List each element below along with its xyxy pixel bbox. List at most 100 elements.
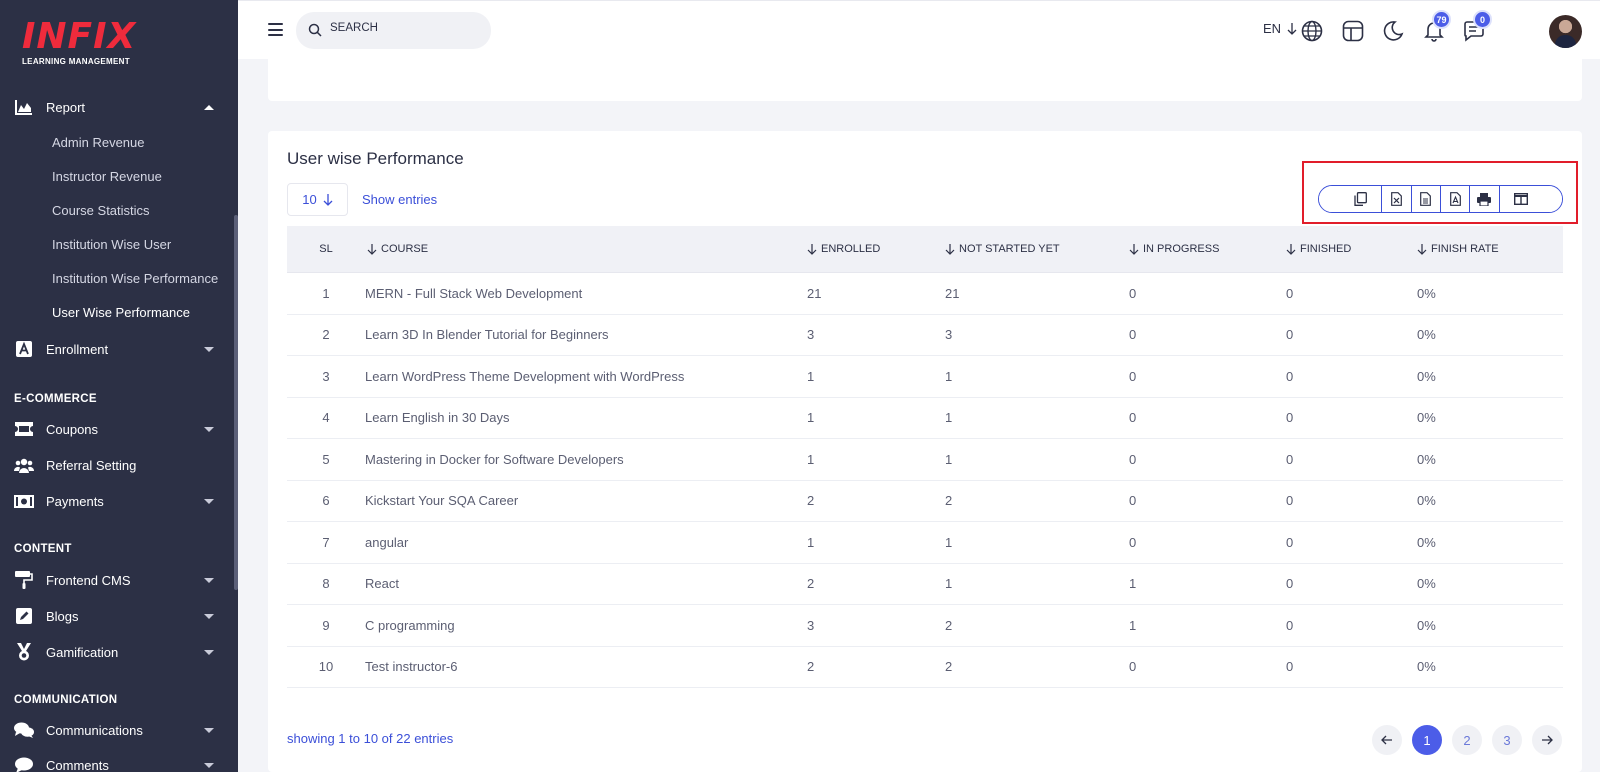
arrow-left-icon [1381,735,1392,745]
language-selector[interactable]: EN [1263,21,1297,36]
columns-button[interactable] [1499,186,1562,212]
cell-finish-rate: 0% [1417,576,1436,592]
sidebar-scrollbar[interactable] [234,215,238,590]
cell-enrolled: 2 [807,493,815,509]
column-header-sl[interactable]: SL [287,243,365,255]
caret-down-icon [204,613,214,619]
sidebar-subitem-instructor-revenue[interactable]: Instructor Revenue [52,169,162,184]
avatar[interactable] [1549,15,1582,48]
cell-finish-rate: 0% [1417,659,1436,675]
sidebar-item-enrollment[interactable]: Enrollment [0,332,234,366]
page-length-select[interactable]: 10 [287,183,348,216]
column-header-finish-rate[interactable]: FINISH RATE [1417,243,1563,255]
pagination-page-2[interactable]: 2 [1452,725,1482,755]
layout-icon[interactable] [1341,19,1365,43]
sidebar-subitem-admin-revenue[interactable]: Admin Revenue [52,135,145,150]
column-header-not-started[interactable]: NOT STARTED YET [945,243,1129,255]
table-row: 8 React 2 1 1 0 0% [287,564,1563,605]
excel-button[interactable] [1382,186,1412,212]
print-button[interactable] [1470,186,1500,212]
caret-down-icon [204,577,214,583]
cell-finish-rate: 0% [1417,327,1436,343]
sidebar-item-label: Frontend CMS [46,572,131,588]
column-header-label: IN PROGRESS [1143,243,1220,255]
pdf-button[interactable] [1440,186,1471,212]
search-input[interactable] [330,22,480,34]
logo[interactable]: INFIX LEARNING MANAGEMENT [22,18,136,67]
sidebar-subitem-institution-wise-performance[interactable]: Institution Wise Performance [52,271,218,286]
globe-icon[interactable] [1300,19,1324,43]
table-row: 4 Learn English in 30 Days 1 1 0 0 0% [287,398,1563,439]
cell-course: React [365,576,399,592]
arrow-down-icon [323,193,333,206]
sidebar-item-label: Referral Setting [46,457,137,473]
pagination-page-3[interactable]: 3 [1492,725,1522,755]
sidebar-subitem-course-statistics[interactable]: Course Statistics [52,203,150,218]
cell-finish-rate: 0% [1417,410,1436,426]
sidebar-item-blogs[interactable]: Blogs [0,599,234,633]
cell-course: MERN - Full Stack Web Development [365,285,583,301]
moon-icon[interactable] [1381,19,1405,43]
sidebar-item-frontend-cms[interactable]: Frontend CMS [0,563,234,597]
table-row: 5 Mastering in Docker for Software Devel… [287,439,1563,481]
cell-in-progress: 1 [1129,576,1137,592]
column-header-finished[interactable]: FINISHED [1286,243,1417,255]
cell-not-started: 2 [945,493,953,509]
sidebar-item-label: Communications [46,722,143,738]
performance-card: User wise Performance 10 Show entries SL [268,131,1582,772]
sidebar-item-communications[interactable]: Communications [0,713,234,747]
cell-not-started: 2 [945,659,953,675]
cell-sl: 1 [322,285,330,301]
section-title-ecommerce: E-COMMERCE [14,393,97,405]
sort-arrow-icon [1417,243,1427,255]
sidebar-subitem-user-wise-performance[interactable]: User Wise Performance [52,305,190,320]
column-header-label: COURSE [381,243,429,255]
sort-arrow-icon [945,243,955,255]
copy-button[interactable] [1319,186,1383,212]
comments-icon [14,721,34,739]
pagination-next-button[interactable] [1532,725,1562,755]
caret-up-icon [204,104,214,110]
table-row: 1 MERN - Full Stack Web Development 21 2… [287,273,1563,315]
column-header-course[interactable]: COURSE [365,243,807,255]
sidebar-item-referral-setting[interactable]: Referral Setting [0,448,234,482]
hamburger-menu-icon[interactable] [268,23,283,36]
sort-arrow-icon [807,243,817,255]
font-box-icon [14,340,34,358]
cell-course: Learn WordPress Theme Development with W… [365,368,685,384]
column-header-label: ENROLLED [821,243,881,255]
sidebar-item-label: Enrollment [46,341,109,357]
columns-icon [1513,193,1528,205]
sidebar-item-payments[interactable]: Payments [0,484,234,518]
money-bill-icon [14,492,34,510]
csv-icon [1420,192,1432,206]
pagination-prev-button[interactable] [1372,725,1402,755]
sidebar-item-label: Coupons [46,421,99,437]
cell-not-started: 1 [945,368,953,384]
table-row: 10 Test instructor-6 2 2 0 0 0% [287,647,1563,688]
sidebar-item-label: Comments [46,757,109,772]
pagination-page-1[interactable]: 1 [1412,725,1442,755]
cell-in-progress: 0 [1129,451,1137,467]
cell-finished: 0 [1286,659,1294,675]
cell-sl: 10 [318,659,334,675]
sidebar-item-gamification[interactable]: Gamification [0,635,234,669]
sort-arrow-icon [367,243,377,255]
performance-table: SL COURSE ENROLLED NOT STARTED YET IN PR… [287,226,1563,688]
cell-finished: 0 [1286,327,1294,343]
cell-finished: 0 [1286,617,1294,633]
cell-course: Test instructor-6 [365,659,458,675]
sidebar-item-coupons[interactable]: Coupons [0,412,234,446]
column-header-in-progress[interactable]: IN PROGRESS [1129,243,1286,255]
sort-arrow-icon [1286,243,1296,255]
sort-arrow-icon [1129,243,1139,255]
sidebar-item-report[interactable]: Report [0,90,234,124]
column-header-enrolled[interactable]: ENROLLED [807,243,945,255]
cell-enrolled: 3 [807,617,815,633]
sidebar-item-comments[interactable]: Comments [0,748,234,772]
sidebar-subitem-institution-wise-user[interactable]: Institution Wise User [52,237,171,252]
cell-enrolled: 1 [807,534,815,550]
csv-button[interactable] [1411,186,1441,212]
sidebar: INFIX LEARNING MANAGEMENT Report Admin R… [0,0,238,772]
search-icon [308,23,322,37]
